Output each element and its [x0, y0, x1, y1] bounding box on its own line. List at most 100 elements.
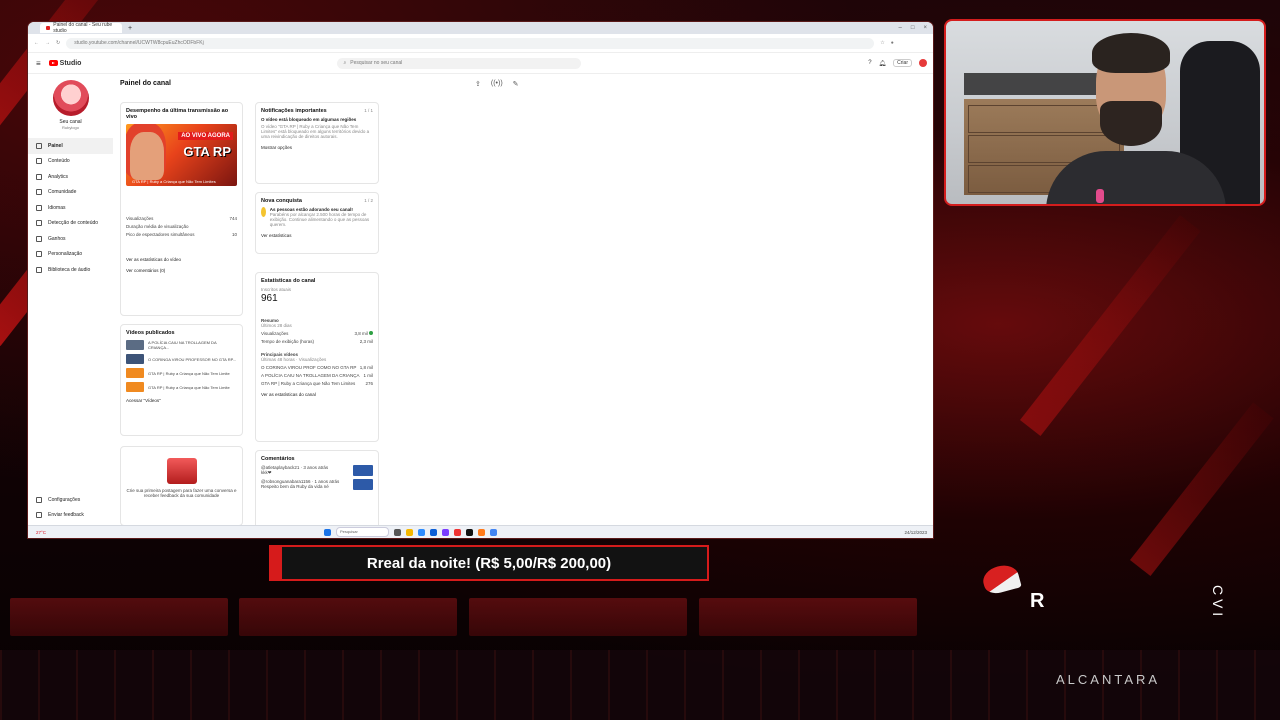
list-item[interactable]: GTA RP | Ruby a Criança que Não Tem Limi…: [126, 382, 237, 392]
sidebar-item-community[interactable]: Comunidade: [28, 185, 113, 201]
notifications-icon[interactable]: 🔔︎: [879, 60, 887, 67]
customization-icon: [36, 251, 42, 258]
help-icon[interactable]: ?: [868, 60, 871, 66]
go-to-videos-button[interactable]: Acessar "Vídeos": [126, 398, 161, 403]
discord-icon[interactable]: [442, 528, 449, 536]
sidebar-item-analytics[interactable]: Analytics: [28, 169, 113, 185]
address-bar: ← → ↻ studio.youtube.com/channel/UCWTW8c…: [28, 34, 933, 53]
sidebar-item-content-detection[interactable]: Detecção de conteúdo: [28, 216, 113, 232]
star-icon[interactable]: ☆: [880, 40, 884, 46]
upload-icon[interactable]: ⇪: [475, 80, 481, 88]
tiktok-icon[interactable]: [466, 528, 473, 536]
account-avatar[interactable]: [919, 59, 927, 67]
view-stats-button[interactable]: Ver estatísticas: [261, 233, 292, 238]
reload-icon[interactable]: ↻: [56, 40, 60, 46]
task-view-icon[interactable]: [394, 528, 401, 536]
os-taskbar: 27°C Pesquisar 24/12/2023: [28, 525, 933, 538]
hamburger-menu-icon[interactable]: ≡: [36, 59, 41, 68]
goal-text: Rreal da noite! (R$ 5,00/R$ 200,00): [366, 554, 612, 572]
studio-sidebar: Seu canal Rubylogo Painel Conteúdo Analy…: [28, 72, 113, 526]
view-comments-button[interactable]: Ver comentários (0): [126, 268, 165, 273]
list-item[interactable]: @atletaplayback21 · 3 anos atrás kkk❤: [261, 465, 373, 476]
go-live-icon[interactable]: ((•)): [491, 80, 503, 88]
audio-library-icon: [36, 266, 42, 273]
donation-goal-bar: Rreal da noite! (R$ 5,00/R$ 200,00): [269, 545, 709, 581]
sidebar-item-languages[interactable]: Idiomas: [28, 200, 113, 216]
sidebar-item-audio-library[interactable]: Biblioteca de áudio: [28, 262, 113, 278]
page-title: Painel do canal: [120, 80, 171, 87]
app-icon[interactable]: [478, 528, 485, 536]
webcam-feed: [944, 19, 1266, 206]
show-options-button[interactable]: Mostrar opções: [261, 145, 292, 150]
tab-title: Painel do canal - Seu rube studio: [53, 22, 113, 34]
channel-avatar[interactable]: [52, 80, 89, 116]
channel-analytics-button[interactable]: Ver as estatísticas do canal: [261, 392, 316, 397]
back-icon[interactable]: ←: [34, 40, 39, 46]
overlay-panel: [239, 598, 457, 636]
sidebar-item-feedback[interactable]: Enviar feedback: [28, 508, 113, 524]
new-tab-icon[interactable]: +: [128, 25, 132, 32]
live-performance-card: Desempenho da última transmissão ao vivo…: [120, 102, 243, 316]
start-icon[interactable]: [324, 528, 331, 536]
overlay-panel: [699, 598, 917, 636]
achievement-card: Nova conquista 1 / 2 As pessoas estão ado…: [255, 192, 379, 254]
close-icon[interactable]: ×: [923, 25, 927, 31]
browser-window: Painel do canal - Seu rube studio + – □ …: [28, 22, 933, 538]
earn-icon: [36, 235, 42, 242]
sidebar-item-earn[interactable]: Ganhos: [28, 231, 113, 247]
tab-bar: Painel do canal - Seu rube studio + – □ …: [28, 22, 933, 34]
chrome-icon[interactable]: [490, 528, 497, 536]
brand-name: ALCANTARA: [1056, 672, 1161, 687]
file-explorer-icon[interactable]: [406, 528, 413, 536]
studio-logo[interactable]: Studio: [48, 60, 81, 67]
url-field[interactable]: studio.youtube.com/channel/UCWTW8cpuEuZh…: [66, 37, 875, 49]
community-icon: [36, 189, 42, 196]
achieve-pager[interactable]: 1 / 2: [364, 198, 373, 207]
comments-card: Comentários @atletaplayback21 · 3 anos a…: [255, 450, 379, 530]
browser-tab[interactable]: Painel do canal - Seu rube studio: [40, 22, 122, 34]
analytics-icon: [36, 173, 42, 180]
list-item[interactable]: O CORINGA VIROU PROFESSOR NO GTA RP...: [126, 354, 237, 364]
robot-illustration-icon: [166, 458, 197, 484]
dashboard-main: Painel do canal ⇪ ((•)) ✎ Desempenho da …: [120, 72, 933, 530]
forward-icon[interactable]: →: [45, 40, 50, 46]
list-item[interactable]: O CORINGA VIROU PROF COMO NO GTA RP 1,8 m…: [261, 365, 373, 370]
edge-icon[interactable]: [418, 528, 425, 536]
gear-icon: [36, 496, 42, 503]
list-item[interactable]: A POLÍCIA CAIU NA TROLLAGEM DA CRIANÇA..…: [126, 340, 237, 350]
channel-handle: Rubylogo: [62, 125, 79, 130]
notif-pager[interactable]: 1 / 1: [364, 108, 373, 117]
search-icon: ⌕: [343, 60, 347, 66]
smile-emoji-icon: [261, 207, 266, 217]
create-post-icon[interactable]: ✎: [513, 80, 519, 88]
feedback-icon: [36, 512, 42, 519]
live-thumbnail[interactable]: AO VIVO AGORA GTA RP GTA RP | Ruby a Cri…: [126, 124, 237, 186]
list-item[interactable]: A POLÍCIA CAIU NA TROLLAGEM DA CRIANÇA 1 …: [261, 373, 373, 378]
list-item[interactable]: @robsonguanabara1156 · 1 anos atrás Respe…: [261, 479, 373, 490]
sidebar-item-settings[interactable]: Configurações: [28, 492, 113, 508]
dashboard-icon: [36, 142, 42, 149]
sidebar-item-customization[interactable]: Personalização: [28, 247, 113, 263]
store-icon[interactable]: [430, 528, 437, 536]
taskbar-search-input[interactable]: Pesquisar: [336, 527, 389, 537]
sidebar-item-content[interactable]: Conteúdo: [28, 154, 113, 170]
goal-progress-fill: [271, 547, 282, 579]
clock-date: 24/12/2023: [904, 529, 927, 535]
microphone-icon: [1096, 189, 1104, 203]
maximize-icon[interactable]: □: [911, 25, 915, 31]
content-detection-icon: [36, 220, 42, 227]
side-brand-text: C V I: [1210, 585, 1226, 617]
list-item[interactable]: GTA RP | Ruby a Criança que Não Tem Limi…: [261, 381, 373, 386]
content-icon: [36, 158, 42, 165]
weather-temp: 27°C: [36, 529, 47, 535]
profile-icon[interactable]: ●: [891, 40, 894, 46]
languages-icon: [36, 204, 42, 211]
brand-letter: R: [1030, 590, 1045, 612]
minimize-icon[interactable]: –: [899, 25, 902, 31]
create-button[interactable]: Criar: [893, 59, 912, 67]
obs-icon[interactable]: [454, 528, 461, 536]
channel-search-input[interactable]: ⌕ Pesquisar no seu canal: [337, 57, 582, 69]
published-videos-card: Vídeos publicados A POLÍCIA CAIU NA TROL…: [120, 324, 243, 436]
sidebar-item-dashboard[interactable]: Painel: [28, 138, 113, 154]
list-item[interactable]: GTA RP | Ruby a Criança que Não Tem Limi…: [126, 368, 237, 378]
